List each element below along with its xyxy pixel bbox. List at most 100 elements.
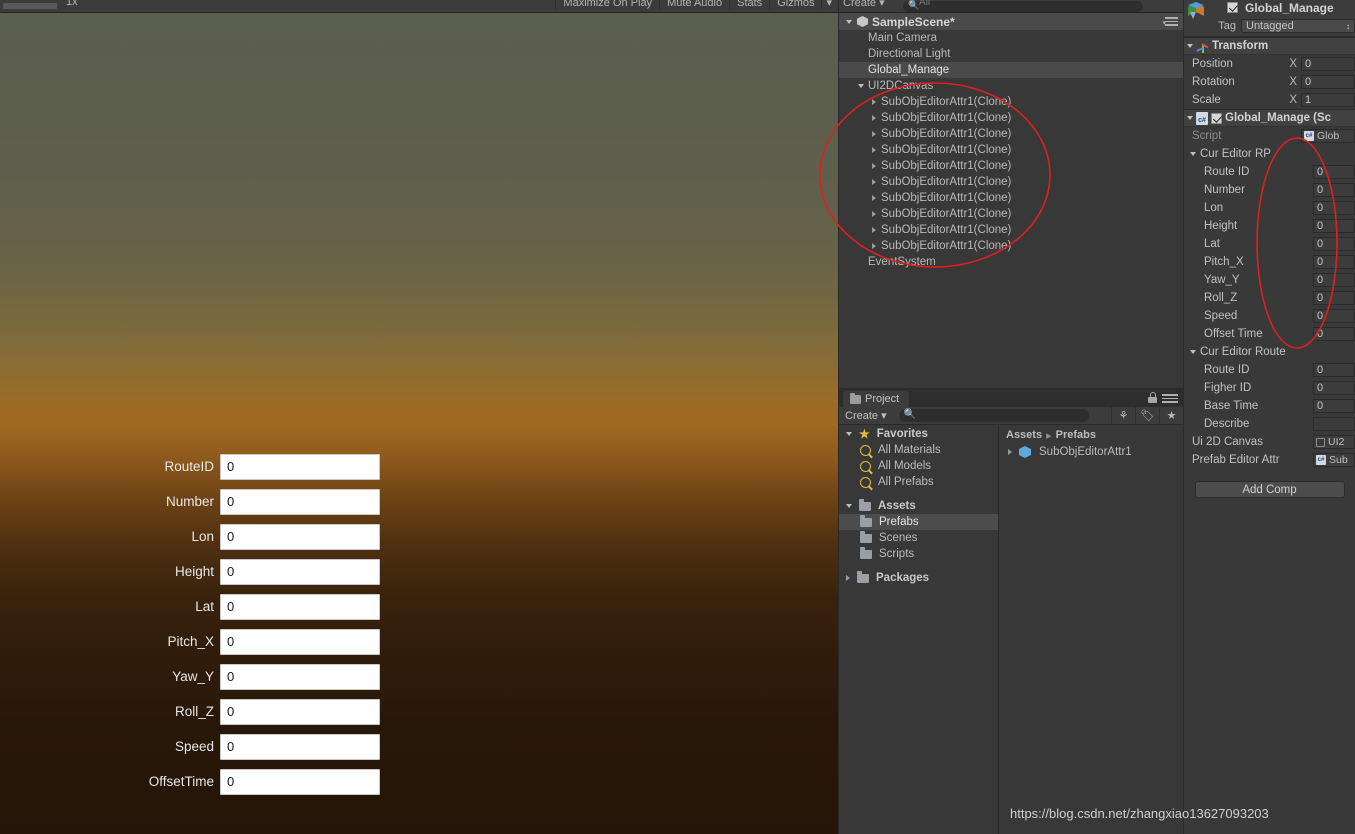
expand-triangle-down-icon[interactable] — [858, 84, 864, 88]
transform-x-input[interactable]: 0 — [1301, 57, 1355, 71]
script-field-input[interactable]: 0 — [1313, 165, 1355, 179]
ingame-field-input[interactable]: 0 — [220, 593, 380, 620]
script-field-input[interactable]: 0 — [1313, 201, 1355, 215]
project-create-button[interactable]: Create ▾ — [845, 409, 887, 422]
ingame-field-input[interactable]: 0 — [220, 698, 380, 725]
hierarchy-context-menu-icon[interactable]: ▾ — [1162, 17, 1178, 28]
expand-triangle-down-icon[interactable] — [846, 432, 852, 436]
expand-triangle-right-icon[interactable] — [872, 163, 876, 169]
maximize-on-play-toggle[interactable]: Maximize On Play — [555, 0, 659, 9]
project-tree-item[interactable]: Packages — [839, 570, 998, 586]
hierarchy-expand-toggle[interactable] — [869, 243, 879, 249]
script-object-field[interactable]: c# Glob — [1301, 129, 1355, 143]
hierarchy-item[interactable]: SubObjEditorAttr1(Clone) — [839, 126, 1183, 142]
ingame-field-input[interactable]: 0 — [220, 453, 380, 480]
expand-triangle-down-icon[interactable] — [1190, 350, 1196, 354]
hierarchy-expand-toggle[interactable] — [869, 211, 879, 217]
expand-triangle-right-icon[interactable] — [872, 227, 876, 233]
ingame-field-input[interactable]: 0 — [220, 768, 380, 795]
hierarchy-item[interactable]: SubObjEditorAttr1(Clone) — [839, 94, 1183, 110]
stats-toggle[interactable]: Stats — [729, 0, 769, 9]
favorites-star-icon[interactable]: ★ — [1159, 406, 1183, 425]
mute-audio-toggle[interactable]: Mute Audio — [659, 0, 729, 9]
transform-x-input[interactable]: 1 — [1301, 93, 1355, 107]
script-field-input[interactable]: 0 — [1313, 309, 1355, 323]
hierarchy-expand-toggle[interactable] — [869, 179, 879, 185]
hierarchy-item[interactable]: SubObjEditorAttr1(Clone) — [839, 222, 1183, 238]
hierarchy-item-selected[interactable]: Global_Manage — [839, 62, 1183, 78]
ingame-field-input[interactable]: 0 — [220, 488, 380, 515]
script-field-input[interactable]: 0 — [1313, 327, 1355, 341]
hierarchy-item[interactable]: UI2DCanvas — [839, 78, 1183, 94]
script-enabled-checkbox[interactable] — [1211, 112, 1222, 124]
expand-triangle-down-icon[interactable] — [1190, 152, 1196, 156]
script-group-foldout[interactable]: Cur Editor RP — [1184, 145, 1355, 163]
project-tree-item[interactable]: All Models — [839, 458, 998, 474]
script-field-input[interactable]: 0 — [1313, 219, 1355, 233]
hierarchy-item[interactable]: SubObjEditorAttr1(Clone) — [839, 110, 1183, 126]
ingame-field-input[interactable]: 0 — [220, 558, 380, 585]
project-tree-item[interactable]: Scripts — [839, 546, 998, 562]
hierarchy-expand-toggle[interactable] — [869, 147, 879, 153]
expand-triangle-right-icon[interactable] — [872, 131, 876, 137]
filter-by-type-icon[interactable]: ⚘ — [1111, 406, 1135, 425]
lock-icon[interactable] — [1148, 392, 1157, 403]
expand-triangle-right-icon[interactable] — [846, 575, 850, 581]
game-scale-slider[interactable] — [3, 3, 57, 9]
ingame-field-input[interactable]: 0 — [220, 628, 380, 655]
expand-triangle-right-icon[interactable] — [872, 243, 876, 249]
hierarchy-expand-toggle[interactable] — [856, 84, 866, 88]
script-object-field[interactable]: c# Sub — [1313, 453, 1355, 467]
expand-triangle-right-icon[interactable] — [872, 147, 876, 153]
hierarchy-expand-toggle[interactable] — [869, 115, 879, 121]
ingame-field-input[interactable]: 0 — [220, 663, 380, 690]
transform-x-input[interactable]: 0 — [1301, 75, 1355, 89]
script-object-field[interactable]: UI2 — [1313, 435, 1355, 449]
script-field-input[interactable]: 0 — [1313, 237, 1355, 251]
script-field-input[interactable]: 0 — [1313, 291, 1355, 305]
project-tree-item[interactable]: Assets — [839, 498, 998, 514]
project-search-input[interactable]: 🔍 — [898, 409, 1089, 422]
ingame-field-input[interactable]: 0 — [220, 523, 380, 550]
component-header-global-manage-script[interactable]: c# Global_Manage (Sc — [1184, 109, 1355, 127]
hierarchy-item[interactable]: Directional Light — [839, 46, 1183, 62]
hierarchy-item[interactable]: SubObjEditorAttr1(Clone) — [839, 206, 1183, 222]
transform-foldout-triangle-icon[interactable] — [1187, 44, 1193, 48]
breadcrumb-prefabs[interactable]: Prefabs — [1056, 429, 1096, 441]
expand-triangle-right-icon[interactable] — [872, 99, 876, 105]
hierarchy-expand-toggle[interactable] — [869, 131, 879, 137]
hierarchy-expand-toggle[interactable] — [869, 99, 879, 105]
project-tree-item[interactable]: Scenes — [839, 530, 998, 546]
expand-triangle-down-icon[interactable] — [846, 504, 852, 508]
script-foldout-triangle-icon[interactable] — [1187, 116, 1193, 120]
expand-triangle-right-icon[interactable] — [872, 195, 876, 201]
filter-by-label-icon[interactable]: 🏷 — [1135, 406, 1159, 425]
tag-dropdown[interactable]: Untagged ↕ — [1241, 19, 1355, 33]
tab-project[interactable]: Project — [843, 391, 910, 407]
script-field-input[interactable]: 0 — [1313, 399, 1355, 413]
script-field-input[interactable]: 0 — [1313, 273, 1355, 287]
breadcrumb-assets[interactable]: Assets — [1006, 429, 1042, 441]
project-tree-item[interactable]: ★ Favorites — [839, 426, 998, 442]
expand-triangle-right-icon[interactable] — [1008, 449, 1012, 455]
hierarchy-item[interactable]: SubObjEditorAttr1(Clone) — [839, 174, 1183, 190]
hierarchy-scene-row[interactable]: SampleScene* ▾ — [839, 13, 1183, 30]
script-field-input[interactable]: 0 — [1313, 255, 1355, 269]
project-tree-item[interactable]: All Prefabs — [839, 474, 998, 490]
hierarchy-item[interactable]: Main Camera — [839, 30, 1183, 46]
expand-triangle-right-icon[interactable] — [872, 211, 876, 217]
hierarchy-expand-toggle[interactable] — [869, 163, 879, 169]
project-context-menu-icon[interactable] — [1162, 394, 1178, 405]
hierarchy-item[interactable]: SubObjEditorAttr1(Clone) — [839, 238, 1183, 254]
hierarchy-item[interactable]: EventSystem — [839, 254, 1183, 270]
gameobject-active-checkbox[interactable] — [1227, 2, 1238, 13]
expand-triangle-right-icon[interactable] — [872, 179, 876, 185]
hierarchy-item[interactable]: SubObjEditorAttr1(Clone) — [839, 158, 1183, 174]
expand-triangle-right-icon[interactable] — [872, 115, 876, 121]
gizmos-dropdown[interactable]: Gizmos — [769, 0, 821, 9]
component-header-transform[interactable]: Transform — [1184, 37, 1355, 55]
script-field-input[interactable]: 0 — [1313, 183, 1355, 197]
project-tree-item[interactable]: All Materials — [839, 442, 998, 458]
game-render-surface[interactable]: RouteID 0 Number 0 Lon 0 Height 0 Lat 0 Pitch_X 0 Ya… — [0, 13, 838, 834]
hierarchy-expand-toggle[interactable] — [869, 195, 879, 201]
